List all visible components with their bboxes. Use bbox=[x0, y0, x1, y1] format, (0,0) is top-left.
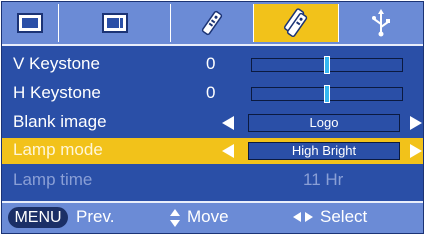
menu-key-icon[interactable]: MENU bbox=[8, 207, 68, 228]
left-arrow-icon[interactable] bbox=[222, 116, 234, 130]
remote-double-icon bbox=[283, 8, 308, 38]
left-right-arrow-icon bbox=[293, 212, 313, 222]
h-keystone-value: 0 bbox=[206, 83, 216, 102]
tab-screen[interactable] bbox=[59, 4, 171, 42]
menu-row-h-keystone[interactable]: H Keystone 0 bbox=[2, 81, 423, 107]
right-arrow-icon[interactable] bbox=[410, 116, 422, 130]
v-keystone-value: 0 bbox=[206, 54, 216, 73]
lamp-time-label: Lamp time bbox=[13, 170, 93, 189]
usb-icon bbox=[372, 9, 390, 37]
tab-remote[interactable] bbox=[171, 4, 254, 42]
tab-usb[interactable] bbox=[339, 4, 423, 42]
screen-icon bbox=[101, 13, 128, 33]
v-keystone-slider[interactable] bbox=[251, 56, 403, 74]
blank-image-label: Blank image bbox=[13, 112, 107, 131]
select-hint: Select bbox=[320, 207, 368, 226]
left-arrow-icon[interactable] bbox=[222, 144, 234, 158]
lamp-time-value: 11 Hr bbox=[303, 170, 344, 189]
tab-remote-alt[interactable] bbox=[254, 4, 339, 42]
blank-image-selector[interactable]: Logo bbox=[248, 114, 400, 132]
monitor-icon bbox=[17, 13, 43, 33]
h-keystone-label: H Keystone bbox=[13, 83, 101, 102]
tab-bar bbox=[2, 2, 423, 44]
v-keystone-label: V Keystone bbox=[13, 54, 100, 73]
remote-icon bbox=[201, 10, 223, 36]
lamp-mode-selector[interactable]: High Bright bbox=[248, 142, 400, 160]
footer-divider bbox=[2, 201, 423, 203]
right-arrow-icon[interactable] bbox=[410, 144, 422, 158]
prev-hint: Prev. bbox=[76, 207, 115, 226]
h-keystone-slider[interactable] bbox=[251, 85, 403, 103]
menu-row-blank-image[interactable]: Blank image Logo bbox=[2, 110, 423, 136]
up-down-arrow-icon bbox=[170, 209, 180, 227]
v-keystone-slider-thumb[interactable] bbox=[324, 56, 330, 74]
menu-row-lamp-time: Lamp time 11 Hr bbox=[2, 168, 423, 194]
h-keystone-slider-thumb[interactable] bbox=[324, 85, 330, 103]
lamp-mode-label: Lamp mode bbox=[13, 140, 103, 159]
tab-divider bbox=[2, 44, 423, 46]
move-hint: Move bbox=[187, 207, 229, 226]
footer-bar: MENU Prev. Move Select bbox=[2, 201, 423, 233]
projector-osd-menu: V Keystone 0 H Keystone 0 Blank image Lo… bbox=[1, 1, 424, 234]
menu-row-lamp-mode[interactable]: Lamp mode High Bright bbox=[2, 138, 423, 164]
tab-picture[interactable] bbox=[2, 4, 59, 42]
menu-row-v-keystone[interactable]: V Keystone 0 bbox=[2, 52, 423, 78]
